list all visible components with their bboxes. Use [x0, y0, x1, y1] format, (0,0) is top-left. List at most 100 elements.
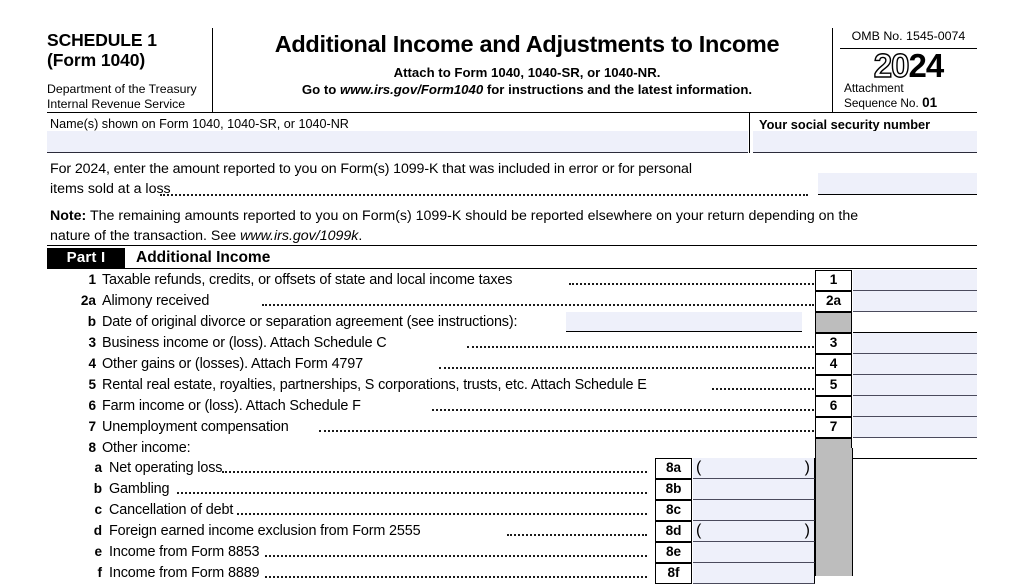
line-6-description: Farm income or (loss). Attach Schedule F — [102, 398, 361, 414]
note-text-line1: The remaining amounts reported to you on… — [86, 208, 859, 224]
line-8d-paren-left: ( — [696, 522, 702, 539]
omb-number: OMB No. 1545-0074 — [851, 29, 966, 43]
attach-instruction: Attach to Form 1040, 1040-SR, or 1040-NR… — [393, 65, 661, 80]
line-8b-box-label: 8b — [655, 479, 692, 500]
line-3-leader-dots — [467, 333, 814, 354]
line-8a-amount-input[interactable]: ( ) — [693, 458, 815, 479]
line-1-box-label: 1 — [815, 270, 852, 291]
line-8a-box-label: 8a — [655, 458, 692, 479]
schedule-1-form: SCHEDULE 1 (Form 1040) Department of the… — [0, 0, 1024, 584]
line-7-description: Unemployment compensation — [102, 419, 289, 435]
line-2a-amount-input[interactable] — [853, 291, 977, 312]
line-8e-number: e — [94, 544, 102, 559]
line-3-amount-input[interactable] — [853, 333, 977, 354]
part1-header: Part I Additional Income — [47, 248, 977, 268]
line-5-leader-dots — [712, 375, 814, 396]
line-row-8a: a Net operating loss — [47, 458, 977, 479]
schedule-title-line2: (Form 1040) — [47, 50, 146, 70]
line-1-description: Taxable refunds, credits, or offsets of … — [102, 272, 513, 288]
line-6-number: 6 — [88, 398, 96, 413]
form-1099k-note: Note: The remaining amounts reported to … — [50, 206, 970, 246]
line-3-box-label: 3 — [815, 333, 852, 354]
line-5-amount-input[interactable] — [853, 375, 977, 396]
line-2b-description: Date of original divorce or separation a… — [102, 314, 518, 330]
line-8a-paren-right: ) — [804, 459, 810, 476]
line-7-amount-input[interactable] — [853, 417, 977, 438]
ssn-field-label: Your social security number — [759, 117, 931, 132]
line-8e-leader-dots — [265, 542, 647, 563]
line-2a-description: Alimony received — [102, 293, 210, 309]
tax-year-century: 20 — [873, 47, 910, 84]
line-2b-amount-blocked — [853, 312, 977, 333]
goto-prefix: Go to — [301, 82, 341, 97]
line-8f-leader-dots — [265, 563, 647, 584]
line-8c-leader-dots — [237, 500, 647, 521]
part1-tag: Part I — [47, 248, 125, 268]
name-field-label: Name(s) shown on Form 1040, 1040-SR, or … — [50, 117, 349, 131]
line-8f-description: Income from Form 8889 — [109, 565, 260, 581]
line-8e-description: Income from Form 8853 — [109, 544, 260, 560]
line-8a-description: Net operating loss — [109, 460, 223, 476]
line-6-amount-input[interactable] — [853, 396, 977, 417]
line-8d-amount-input[interactable]: ( ) — [693, 521, 815, 542]
line-2b-number: b — [87, 314, 96, 329]
attachment-label-line2: Sequence No. — [844, 95, 919, 110]
line-5-number: 5 — [88, 377, 96, 392]
goto-instruction: Go to www.irs.gov/Form1040 for instructi… — [222, 82, 832, 97]
line-4-leader-dots — [439, 354, 814, 375]
line-8-number: 8 — [88, 440, 96, 455]
line-2a-leader-dots — [262, 291, 814, 312]
line-8d-leader-dots — [507, 521, 647, 542]
attachment-label-line1: Attachment — [844, 81, 904, 95]
line-8e-amount-input[interactable] — [693, 542, 815, 563]
tax-year: 2024 — [840, 47, 977, 84]
title-block: Additional Income and Adjustments to Inc… — [222, 30, 832, 97]
line-2a-box-label: 2a — [815, 291, 852, 312]
line-row-8d: d Foreign earned income exclusion from F… — [47, 521, 977, 542]
line-row-8f: f Income from Form 8889 — [47, 563, 977, 584]
line-6-leader-dots — [432, 396, 814, 417]
line-8a-number: a — [94, 460, 102, 475]
line-4-amount-input[interactable] — [853, 354, 977, 375]
tax-year-value: 24 — [908, 47, 945, 84]
line-8b-amount-input[interactable] — [693, 479, 815, 500]
line-row-8e: e Income from Form 8853 — [47, 542, 977, 563]
line-8d-paren-right: ) — [804, 522, 810, 539]
line-1-number: 1 — [88, 272, 96, 287]
note-url: www.irs.gov/1099k — [240, 228, 359, 244]
form-header: SCHEDULE 1 (Form 1040) Department of the… — [47, 28, 977, 112]
header-divider-left — [212, 28, 213, 112]
line-8b-number: b — [93, 481, 102, 496]
line-row-8b: b Gambling — [47, 479, 977, 500]
line-2b-date-input[interactable] — [566, 312, 802, 332]
attachment-sequence-number: 01 — [922, 94, 938, 110]
line-4-description: Other gains or (losses). Attach Form 479… — [102, 356, 363, 372]
line-2b-box-shaded — [815, 312, 852, 333]
header-bottom-rule — [47, 112, 977, 113]
line-8f-amount-input[interactable] — [693, 563, 815, 584]
line-8d-description: Foreign earned income exclusion from For… — [109, 523, 421, 539]
line-8f-number: f — [97, 565, 102, 580]
note-text-line2: nature of the transaction. See — [50, 228, 241, 244]
goto-suffix: for instructions and the latest informat… — [483, 82, 753, 97]
part1-title: Additional Income — [136, 249, 271, 266]
line-1-amount-input[interactable] — [853, 270, 977, 291]
form-1099k-instruction-line1: For 2024, enter the amount reported to y… — [50, 161, 692, 177]
department-line1: Department of the Treasury — [47, 82, 197, 96]
department-line2: Internal Revenue Service — [47, 96, 186, 111]
line-8-amount-blocked — [853, 438, 977, 459]
line-4-number: 4 — [88, 356, 96, 371]
line-8b-leader-dots — [177, 479, 647, 500]
form-1099k-amount-input[interactable] — [818, 173, 977, 195]
line-8e-box-label: 8e — [655, 542, 692, 563]
line-5-box-label: 5 — [815, 375, 852, 396]
name-input[interactable] — [47, 131, 748, 153]
ssn-input[interactable] — [753, 131, 977, 153]
note-label: Note: — [50, 208, 87, 224]
line-7-number: 7 — [88, 419, 96, 434]
line-8c-box-label: 8c — [655, 500, 692, 521]
header-divider-right — [832, 28, 833, 112]
line-4-box-label: 4 — [815, 354, 852, 375]
line-8c-amount-input[interactable] — [693, 500, 815, 521]
line-7-leader-dots — [319, 417, 814, 438]
